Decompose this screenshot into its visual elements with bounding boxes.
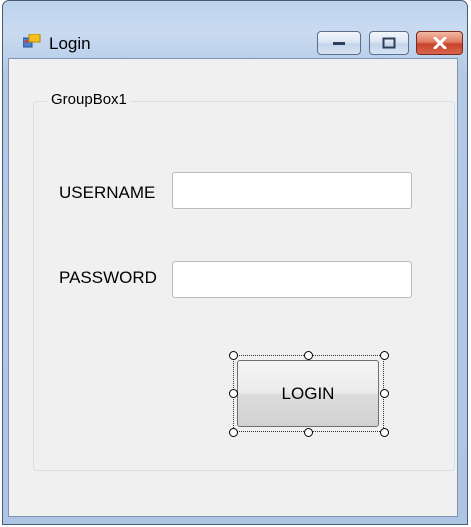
form-icon — [22, 33, 41, 51]
minimize-icon — [333, 42, 345, 45]
close-icon — [433, 37, 446, 49]
password-input[interactable] — [172, 261, 412, 298]
window-title: Login — [49, 34, 91, 53]
resize-handle-bottom-right[interactable] — [380, 428, 389, 437]
maximize-button[interactable] — [369, 31, 409, 55]
password-label: PASSWORD — [59, 268, 157, 287]
resize-handle-top[interactable] — [304, 351, 313, 360]
username-input[interactable] — [172, 172, 412, 209]
resize-handle-bottom[interactable] — [304, 428, 313, 437]
resize-handle-left[interactable] — [229, 389, 238, 398]
minimize-button[interactable] — [317, 31, 361, 55]
maximize-icon — [382, 37, 396, 49]
login-button[interactable]: LOGIN — [237, 360, 379, 427]
resize-handle-right[interactable] — [380, 389, 389, 398]
group-box-title: GroupBox1 — [47, 91, 131, 108]
close-button[interactable] — [416, 31, 463, 55]
resize-handle-bottom-left[interactable] — [229, 428, 238, 437]
username-label: USERNAME — [59, 183, 156, 202]
resize-handle-top-left[interactable] — [229, 351, 238, 360]
title-bar[interactable]: Login — [3, 1, 467, 57]
resize-handle-top-right[interactable] — [380, 351, 389, 360]
